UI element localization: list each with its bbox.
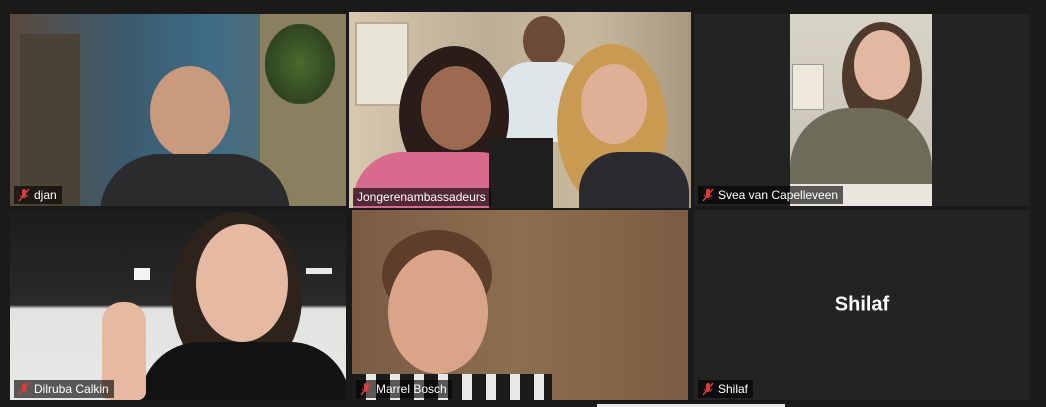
name-tag: djan [14,186,62,204]
person-face-left [421,66,491,150]
sign [489,138,553,208]
mic-muted-icon [702,382,714,396]
mic-muted-icon [360,382,372,396]
name-tag: Shilaf [698,380,754,398]
video-tile-svea-van-capelleveen[interactable]: Svea van Capelleveen [694,14,1030,206]
video-feed [10,14,346,206]
doorway [20,34,80,206]
video-feed [790,14,932,206]
video-tile-marrel-bosch[interactable]: Marrel Bosch [352,210,688,400]
person-head [150,66,230,158]
mic-muted-icon [18,382,30,396]
mic-muted-icon [18,188,30,202]
video-tile-jongerenambassadeurs[interactable]: Jongerenambassadeurs [349,12,691,208]
person-face [196,224,288,342]
person-face-right [581,64,647,144]
video-feed [10,210,346,400]
video-tile-shilaf[interactable]: Shilaf Shilaf [694,210,1030,400]
participant-display-name: Shilaf [834,293,890,316]
wall-poster [792,64,824,110]
participant-name: Marrel Bosch [376,382,447,396]
person-shirt-dark [579,152,689,208]
ceiling-light [306,268,332,274]
mic-muted-icon [702,188,714,202]
participant-name: Svea van Capelleveen [718,188,839,202]
participant-name: Dilruba Calkin [34,382,109,396]
person-face [388,250,488,374]
name-tag: Svea van Capelleveen [698,186,844,204]
participant-name: Shilaf [718,382,749,396]
person-face [854,30,910,100]
video-feed [349,12,691,208]
name-tag: Jongerenambassadeurs [353,188,491,206]
person-top [140,342,346,400]
video-tile-dilruba-calkin[interactable]: Dilruba Calkin [10,210,346,400]
name-tag: Marrel Bosch [356,380,452,398]
person-head-back [523,16,565,66]
participant-name: djan [34,188,57,202]
video-feed [352,210,688,400]
participant-name: Jongerenambassadeurs [357,190,486,204]
name-tag: Dilruba Calkin [14,380,114,398]
ceiling-light [134,268,150,280]
plant [265,24,335,104]
video-tile-djan[interactable]: djan [10,14,346,206]
